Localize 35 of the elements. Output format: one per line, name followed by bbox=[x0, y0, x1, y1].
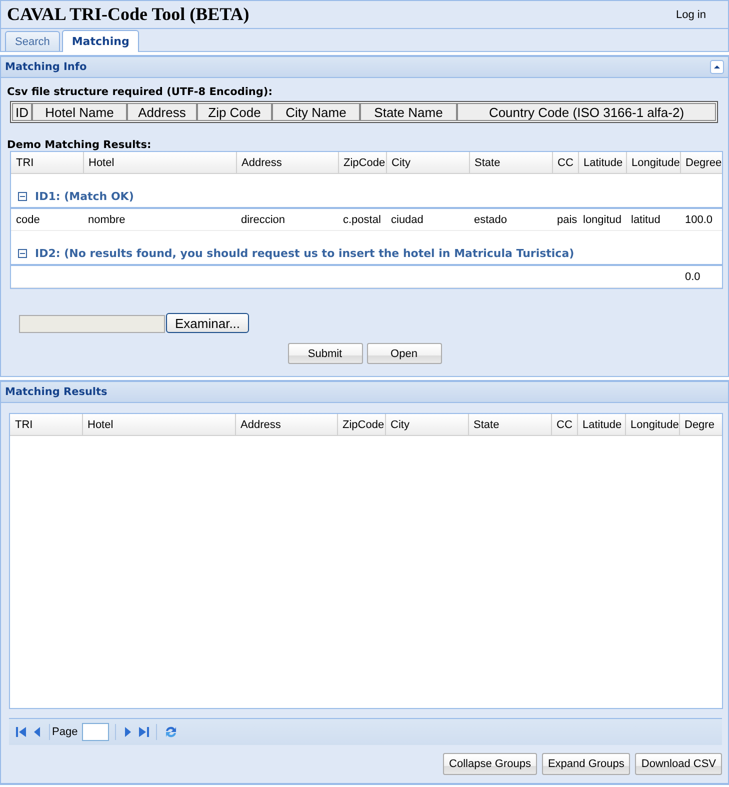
login-link[interactable]: Log in bbox=[660, 8, 722, 20]
table-cell-text: direccion bbox=[240, 214, 286, 226]
group-header[interactable]: ID2: (No results found, you should request us to insert the hotel in Matricula Turistica) bbox=[30, 247, 580, 260]
csv-column: Hotel Name bbox=[32, 103, 127, 121]
action-button[interactable]: Submit bbox=[288, 343, 362, 364]
table-cell-text: 100.0 bbox=[684, 214, 714, 226]
table-cell-text: longitud bbox=[582, 214, 623, 226]
table-cell-text: c.postal bbox=[342, 214, 382, 226]
table-cell-text: code bbox=[15, 214, 41, 226]
csv-column: City Name bbox=[272, 103, 360, 121]
action-button[interactable]: Expand Groups bbox=[542, 753, 630, 775]
csv-column: Zip Code bbox=[197, 103, 272, 121]
table-cell-text: ciudad bbox=[390, 214, 424, 226]
section-label: Demo Matching Results: bbox=[7, 139, 152, 151]
section-label: Csv file structure required (UTF-8 Encoding): bbox=[7, 86, 274, 98]
table-cell-text: estado bbox=[473, 214, 508, 226]
csv-column: Address bbox=[127, 103, 197, 121]
action-button[interactable]: Collapse Groups bbox=[443, 753, 537, 775]
table-cell-text: nombre bbox=[87, 214, 126, 226]
table-cell-text: latitud bbox=[630, 214, 662, 226]
tab[interactable]: Search bbox=[5, 31, 60, 51]
page-label: Page bbox=[52, 726, 78, 738]
table-cell-text: 0.0 bbox=[684, 270, 702, 282]
panel-title: Matching Results bbox=[5, 386, 108, 398]
action-button[interactable]: Download CSV bbox=[635, 753, 722, 775]
tab[interactable]: Matching bbox=[62, 30, 140, 52]
action-button[interactable]: Open bbox=[366, 343, 442, 364]
csv-column: Country Code (ISO 3166-1 alfa-2) bbox=[457, 103, 716, 121]
csv-column: ID bbox=[12, 103, 32, 121]
app-title: CAVAL TRI-Code Tool (BETA) bbox=[7, 4, 250, 25]
browse-button[interactable]: Examinar... bbox=[166, 313, 250, 333]
table-cell-text: pais bbox=[556, 214, 578, 226]
csv-column: State Name bbox=[360, 103, 457, 121]
panel-title: Matching Info bbox=[5, 61, 87, 73]
group-header[interactable]: ID1: (Match OK) bbox=[30, 190, 139, 203]
